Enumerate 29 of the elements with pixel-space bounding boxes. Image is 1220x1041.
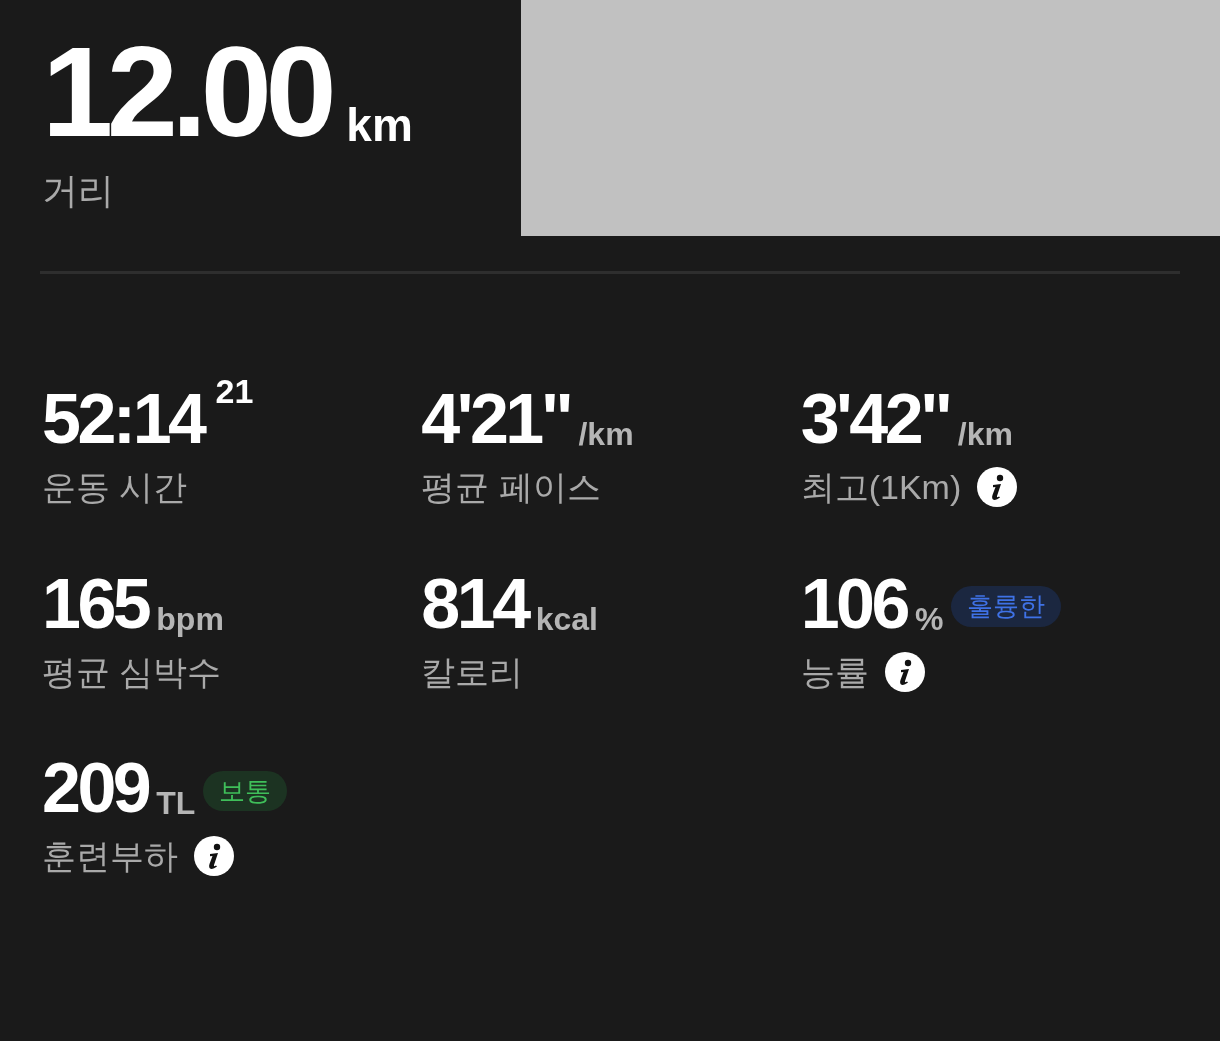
stat-label: 최고(1Km) [800,467,962,508]
stat-unit: bpm [156,602,224,635]
stat-unit: /km [578,418,634,450]
rating-badge: 훌륭한 [951,586,1062,627]
stat-value: 106 [800,568,907,639]
stat-value: 209 [42,753,149,823]
distance-value: 12.00 [42,28,331,156]
stat-label: 훈련부하 [42,836,178,877]
stat-unit: kcal [535,602,598,635]
distance-label: 거리 [42,169,115,213]
stat-value: 52:14 [42,384,204,454]
stat-label: 능률 [800,651,869,693]
stat-unit: % [914,602,944,635]
stat-label: 평균 페이스 [421,467,601,508]
stat-label: 평균 심박수 [42,651,222,693]
stat-label: 운동 시간 [42,467,188,508]
stat-value: 814 [421,568,528,639]
stat-value: 165 [42,568,149,639]
stat-superscript: 21 [215,374,254,408]
stat-unit: /km [957,418,1013,450]
stat-unit: TL [156,787,196,819]
rating-badge: 보통 [203,770,288,811]
distance-unit: km [346,102,413,148]
info-icon[interactable] [977,467,1018,508]
stat-value: 4'21" [421,384,571,454]
info-icon[interactable] [884,651,925,692]
stat-value: 3'42" [800,384,950,454]
stat-label: 칼로리 [421,651,524,693]
info-icon[interactable] [194,836,234,877]
